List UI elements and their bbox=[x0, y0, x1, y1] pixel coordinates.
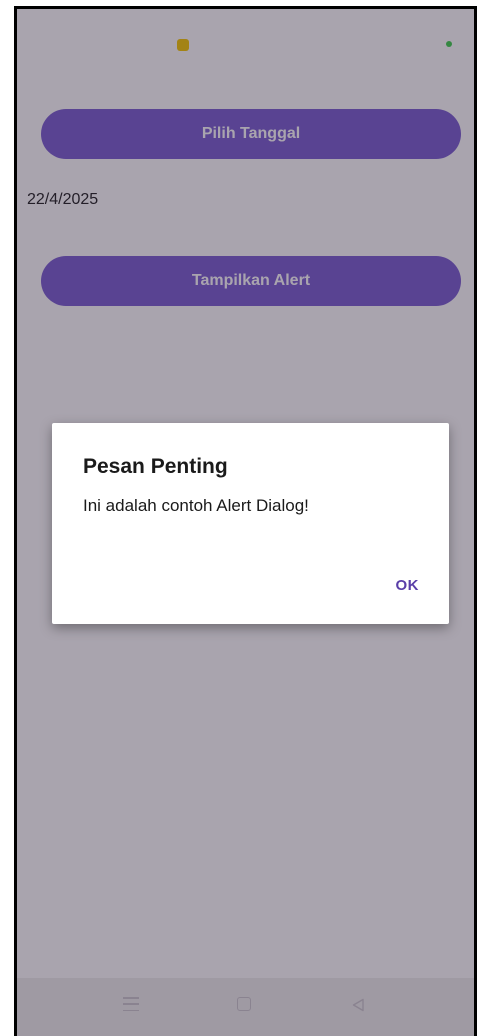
app-screen: 10.20 73 Pilih Tanggal 22/4/2025 Tampilk… bbox=[17, 9, 474, 1036]
dialog-message: Ini adalah contoh Alert Dialog! bbox=[83, 496, 309, 515]
home-icon[interactable] bbox=[237, 997, 251, 1011]
device-frame: 10.20 73 Pilih Tanggal 22/4/2025 Tampilk… bbox=[14, 6, 477, 1036]
back-icon[interactable] bbox=[351, 997, 365, 1015]
navigation-bar bbox=[17, 978, 474, 1036]
dialog-ok-button[interactable]: OK bbox=[396, 577, 420, 594]
alert-dialog: Pesan Penting Ini adalah contoh Alert Di… bbox=[52, 423, 449, 624]
dialog-title: Pesan Penting bbox=[83, 455, 228, 478]
menu-icon[interactable] bbox=[123, 997, 139, 1011]
